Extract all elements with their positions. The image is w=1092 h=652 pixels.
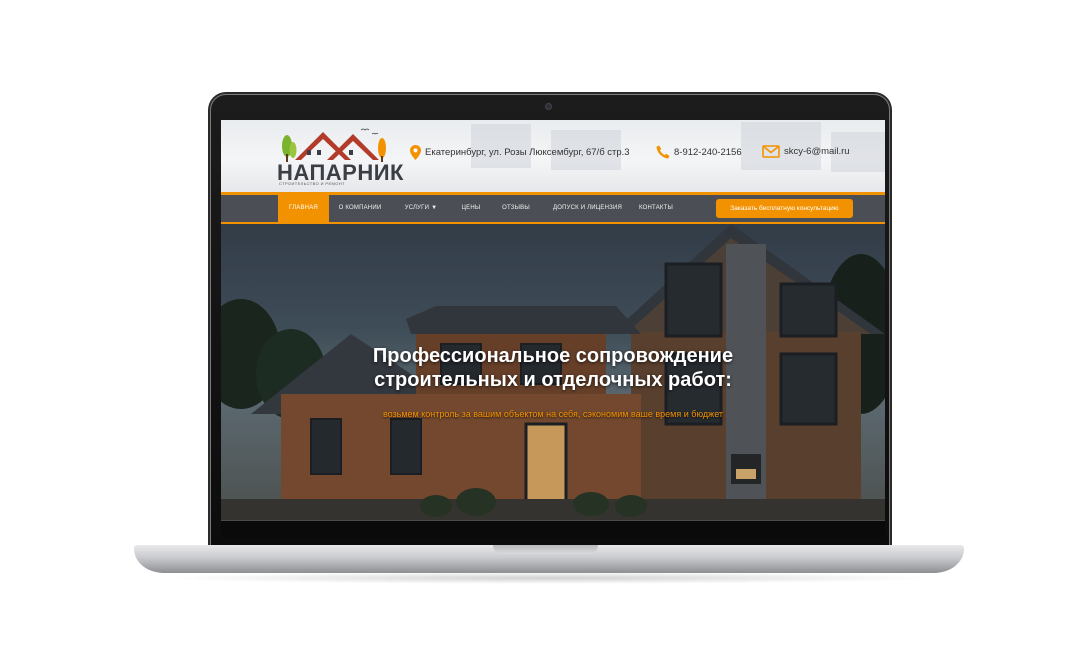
- nav-item-home[interactable]: Главная: [278, 195, 329, 222]
- laptop-notch: [493, 545, 598, 554]
- webcam-icon: [545, 103, 552, 110]
- hero-title-line-2: строительных и отделочных работ:: [374, 369, 732, 391]
- contact-address: Екатеринбург, ул. Розы Люксембург, 67/б …: [410, 145, 630, 160]
- nav-item-reviews[interactable]: Отзывы: [499, 195, 533, 222]
- nav-item-prices[interactable]: Цены: [457, 195, 485, 222]
- envelope-icon: [762, 145, 780, 158]
- hero-subtitle: возьмем контроль за вашим объектом на се…: [382, 409, 724, 419]
- screen-bottom-rule: [221, 520, 885, 521]
- nav-item-services-label: Услуги: [404, 205, 430, 211]
- phone-text[interactable]: 8-912-240-2156: [674, 147, 742, 158]
- email-text[interactable]: skcy-6@mail.ru: [784, 146, 850, 157]
- brand-tagline: СТРОИТЕЛЬСТВО И РЕМОНТ: [279, 181, 345, 186]
- main-navigation: Главная О компании Услуги ▼ Цены Отзывы Д…: [221, 195, 885, 224]
- contact-email[interactable]: skcy-6@mail.ru: [762, 145, 850, 158]
- nav-item-about[interactable]: О компании: [333, 195, 387, 222]
- free-consultation-button[interactable]: Заказать бесплатную консультацию: [716, 199, 853, 218]
- nav-item-contacts[interactable]: Контакты: [636, 195, 676, 222]
- hero-title: Профессиональное сопровождение строитель…: [221, 344, 885, 392]
- laptop-mockup: НАПАРНИК СТРОИТЕЛЬСТВО И РЕМОНТ Екатерин…: [0, 0, 1092, 652]
- map-pin-icon: [410, 145, 421, 160]
- address-text: Екатеринбург, ул. Розы Люксембург, 67/б …: [425, 147, 630, 158]
- nav-item-services[interactable]: Услуги ▼: [399, 195, 443, 222]
- nav-item-license[interactable]: Допуск и Лицензия: [553, 195, 622, 222]
- site-header: НАПАРНИК СТРОИТЕЛЬСТВО И РЕМОНТ Екатерин…: [221, 120, 885, 194]
- phone-icon: [656, 145, 670, 159]
- hero-title-line-1: Профессиональное сопровождение: [372, 345, 734, 367]
- chevron-down-icon: ▼: [431, 205, 438, 211]
- hero-banner: Профессиональное сопровождение строитель…: [221, 224, 885, 520]
- contact-phone[interactable]: 8-912-240-2156: [656, 145, 742, 159]
- laptop-shadow: [160, 572, 940, 584]
- screen-bottom-strip: [221, 520, 885, 538]
- laptop-screen: НАПАРНИК СТРОИТЕЛЬСТВО И РЕМОНТ Екатерин…: [221, 120, 885, 538]
